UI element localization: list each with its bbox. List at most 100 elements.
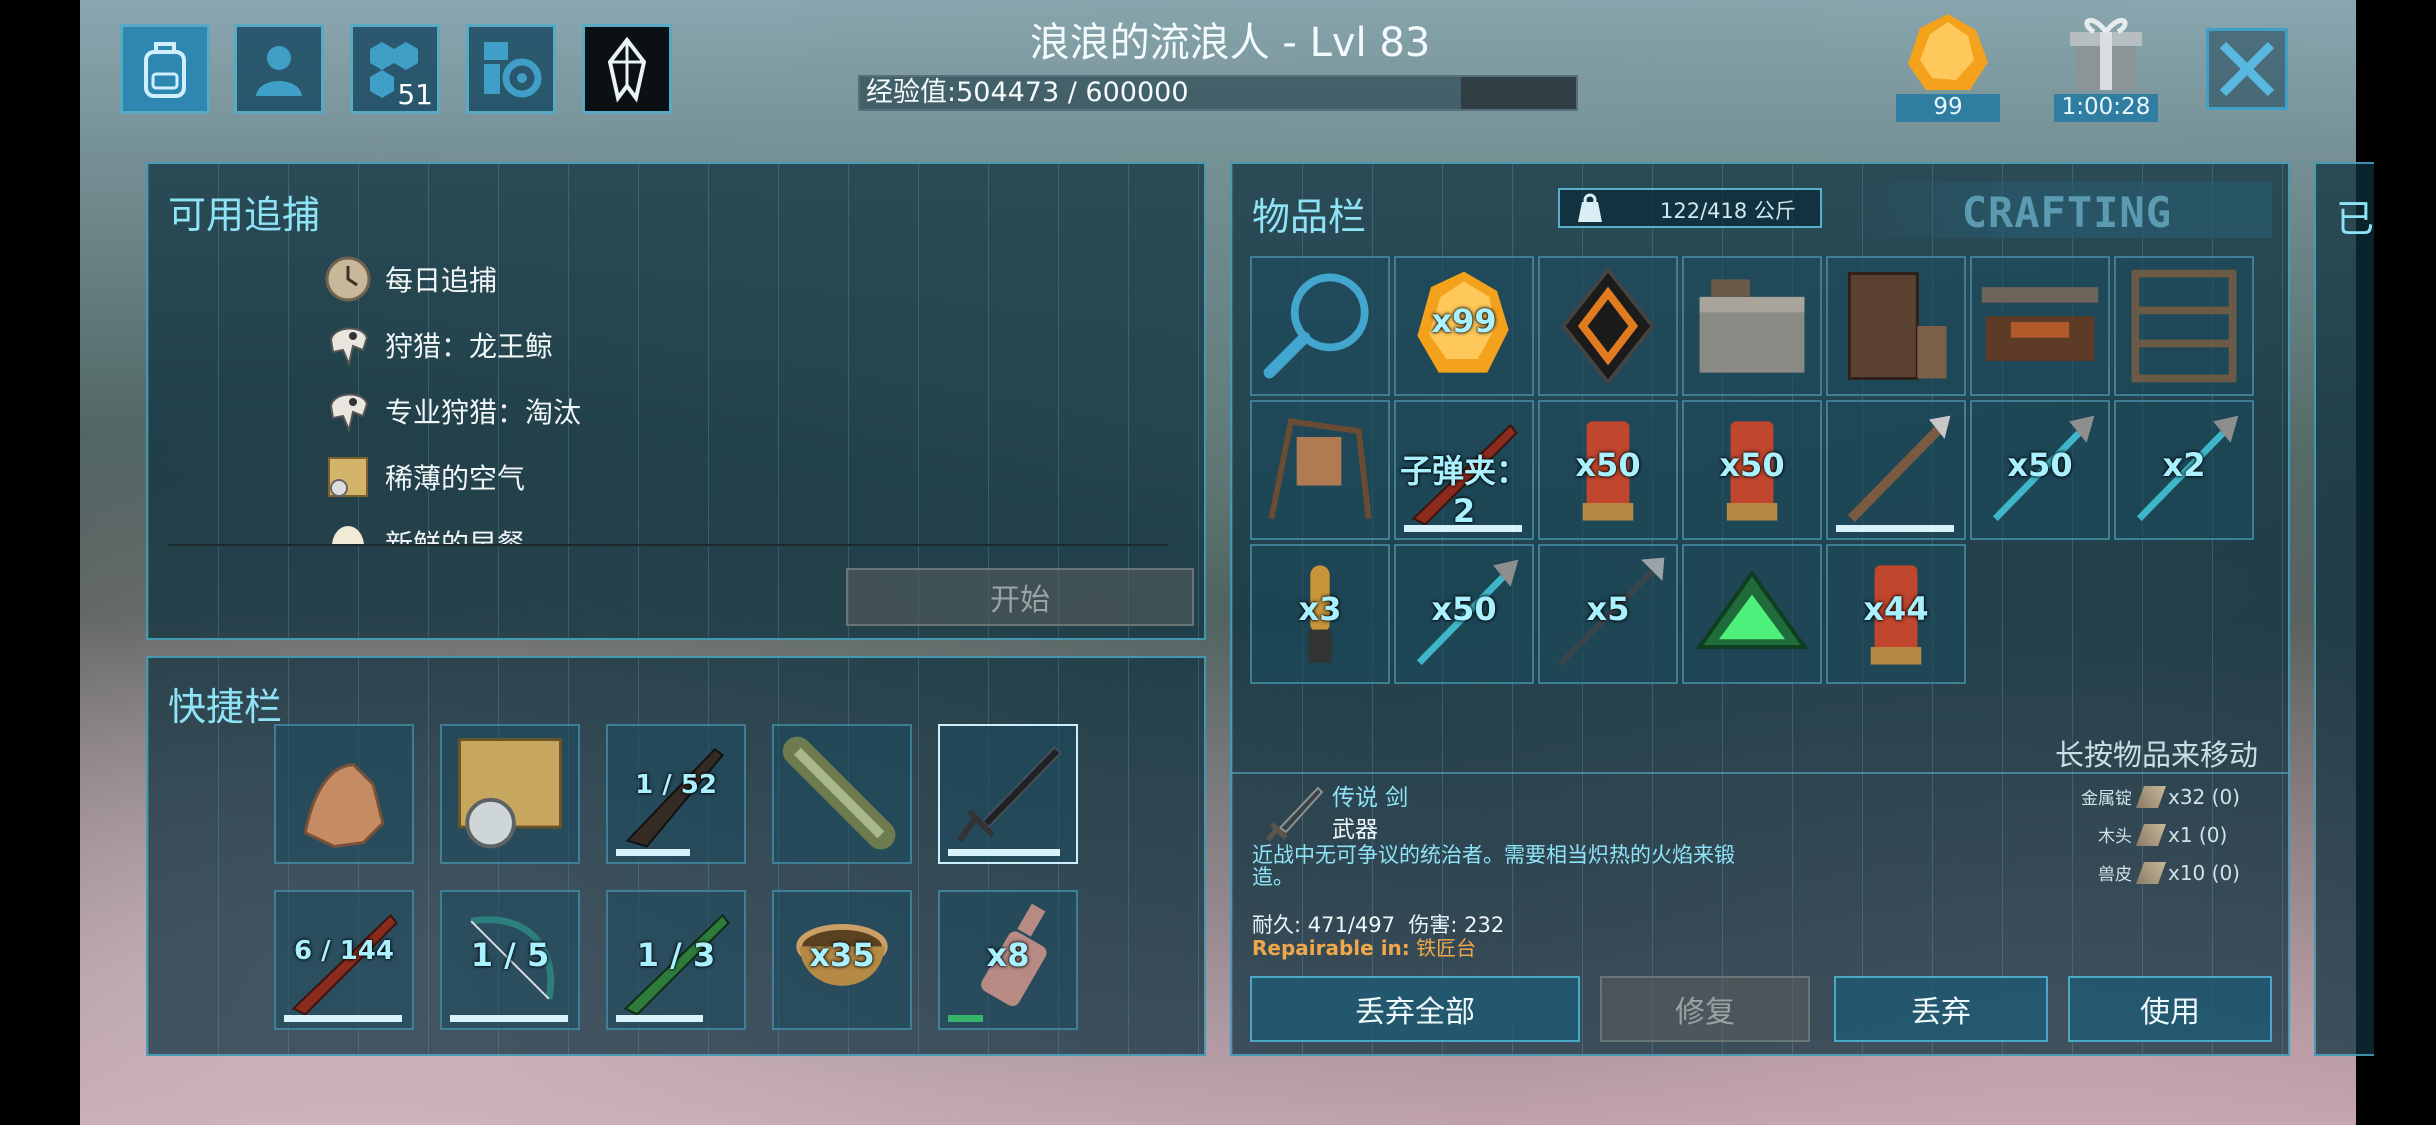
xp-label: 经验值:504473 / 600000 [866, 77, 1189, 108]
hotbar-slot[interactable] [772, 724, 912, 864]
hotbar-slot[interactable]: 6 / 144 [274, 890, 414, 1030]
partial-panel-title: 已 [2336, 197, 2374, 241]
inventory-slot[interactable]: x50 [1394, 544, 1534, 684]
gift-timer[interactable]: 1:00:28 [2054, 10, 2158, 122]
weight-icon [1578, 193, 1602, 222]
amber-currency[interactable]: 99 [1896, 10, 2000, 122]
tab-settings[interactable] [466, 24, 556, 114]
repair-station: 铁匠台 [1416, 936, 1477, 960]
item-name: 传说 剑 [1332, 785, 1409, 811]
hotbar-panel: 快捷栏 1 / 52 6 / 144 1 / 5 1 / 3 x35 x8 [146, 656, 1206, 1056]
cabinet-icon [1847, 272, 1947, 380]
bounty-list[interactable]: 每日追捕 狩猎：龙王鲸 专业狩猎：淘汰 稀薄的空气 新鲜的早餐 [148, 254, 1204, 544]
inventory-slot[interactable]: x50 [1682, 400, 1822, 540]
hotbar-slot[interactable] [274, 724, 414, 864]
amber-count: 99 [1896, 94, 2000, 122]
inventory-slot[interactable] [1682, 544, 1822, 684]
durability-bar [616, 849, 691, 856]
selected-sword-icon [1266, 786, 1324, 842]
clock-icon [325, 256, 371, 302]
crafting-tab[interactable]: CRAFTING [1852, 182, 2272, 238]
durability-bar [1836, 525, 1954, 532]
hotbar-slot[interactable]: 1 / 52 [606, 724, 746, 864]
bounty-item-daily[interactable]: 每日追捕 [323, 254, 497, 304]
inventory-search-slot[interactable] [1250, 256, 1390, 396]
inventory-slot[interactable]: x44 [1826, 544, 1966, 684]
map-compass-icon [458, 738, 562, 849]
tab-tek[interactable] [582, 24, 672, 114]
durability-bar [1404, 525, 1522, 532]
crafting-label: CRAFTING [1961, 188, 2172, 237]
bounties-title: 可用追捕 [168, 193, 321, 237]
inventory-slot[interactable] [1538, 256, 1678, 396]
partial-right-panel: 已 [2314, 162, 2374, 1056]
sword-icon [957, 745, 1062, 843]
inventory-slot[interactable] [1250, 400, 1390, 540]
tab-inventory[interactable] [120, 24, 210, 114]
crystal-icon [607, 36, 647, 103]
repair-button[interactable]: 修复 [1600, 976, 1810, 1042]
drop-button[interactable]: 丢弃 [1834, 976, 2048, 1042]
hotbar-slot[interactable]: 1 / 3 [606, 890, 746, 1030]
player-title: 浪浪的流浪人 - Lvl 83 [1029, 20, 1431, 66]
bounty-item-breakfast[interactable]: 新鲜的早餐 [323, 518, 525, 544]
dino-skull-icon [329, 393, 369, 434]
drop-all-button[interactable]: 丢弃全部 [1250, 976, 1580, 1042]
slot-count: x8 [986, 936, 1030, 974]
hotbar-slot[interactable]: x8 [938, 890, 1078, 1030]
slot-count: 1 / 52 [635, 770, 717, 800]
weight-value: 122/418 公斤 [1660, 199, 1796, 223]
durability-bar [450, 1015, 568, 1022]
tab-character[interactable] [234, 24, 324, 114]
inventory-slot[interactable] [1826, 400, 1966, 540]
slot-count: x2 [2162, 446, 2206, 484]
inventory-slot[interactable] [1970, 256, 2110, 396]
slot-count: 子弹夹：2 [1399, 452, 1528, 530]
slot-count: x50 [1575, 446, 1641, 484]
durability-bar [948, 849, 1060, 856]
tek-icon [1695, 569, 1809, 649]
repair-info: Repairable in: 铁匠台 [1252, 932, 1476, 961]
item-category: 武器 [1332, 817, 1378, 843]
durability-bar [284, 1015, 402, 1022]
tab-engrams[interactable]: 51 [350, 24, 440, 114]
inventory-slot[interactable]: x5 [1538, 544, 1678, 684]
close-button[interactable] [2206, 28, 2288, 110]
material-icon [2135, 785, 2167, 808]
inventory-slot[interactable]: x50 [1970, 400, 2110, 540]
hotbar-slot[interactable]: x35 [772, 890, 912, 1030]
requirement-row: 木头 x1 (0) [2098, 822, 2264, 848]
bounty-item-elite[interactable]: 专业狩猎：淘汰 [323, 386, 581, 436]
requirement-name: 木头 [2098, 827, 2132, 847]
start-bounty-button[interactable]: 开始 [846, 568, 1194, 626]
inventory-slot[interactable]: x99 [1394, 256, 1534, 396]
slot-count: 1 / 3 [636, 936, 716, 974]
hotbar-slot[interactable]: 1 / 5 [440, 890, 580, 1030]
move-hint: 长按物品来移动 [2054, 738, 2258, 772]
settings-icon [484, 42, 542, 98]
engram-points-badge: 51 [397, 78, 433, 111]
detail-divider [1232, 772, 2288, 774]
slot-count: x35 [809, 936, 875, 974]
xp-bar: 经验值:504473 / 600000 [858, 75, 1578, 111]
inventory-panel: 物品栏 122/418 公斤 CRAFTING x99 子弹夹：2 x50 x50 x5… [1230, 162, 2290, 1056]
inventory-slot[interactable]: 子弹夹：2 [1394, 400, 1534, 540]
hotbar-slot[interactable] [938, 724, 1078, 864]
use-button[interactable]: 使用 [2068, 976, 2272, 1042]
bounty-item-thin-air[interactable]: 稀薄的空气 [323, 452, 525, 502]
inventory-slot[interactable]: x50 [1538, 400, 1678, 540]
hotbar-slot[interactable] [440, 724, 580, 864]
search-icon [1263, 273, 1369, 379]
inventory-slot[interactable] [2114, 256, 2254, 396]
material-icon [2135, 861, 2167, 884]
inventory-slot[interactable]: x3 [1250, 544, 1390, 684]
amber-icon [1908, 14, 1988, 90]
bounty-label: 狩猎：龙王鲸 [385, 330, 554, 363]
inventory-slot[interactable] [1682, 256, 1822, 396]
inventory-slot[interactable]: x2 [2114, 400, 2254, 540]
inventory-slot[interactable] [1826, 256, 1966, 396]
bounty-item-basilosaurus[interactable]: 狩猎：龙王鲸 [323, 320, 553, 370]
character-icon [256, 46, 302, 96]
element-icon [1560, 266, 1656, 386]
bounty-label: 新鲜的早餐 [385, 523, 525, 544]
